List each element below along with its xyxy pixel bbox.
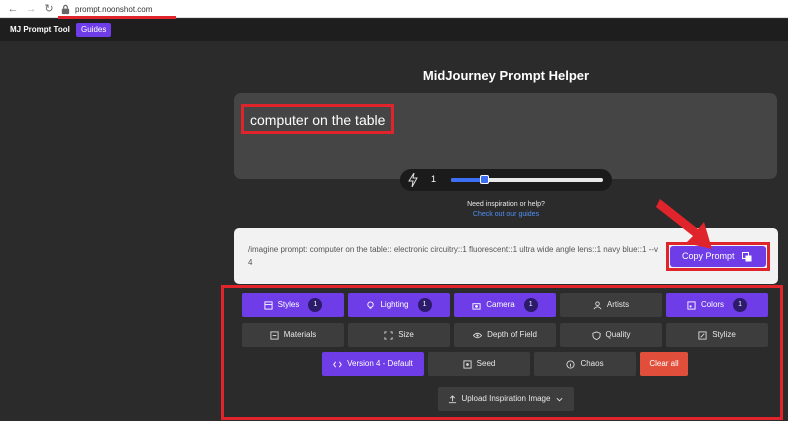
upload-icon	[448, 394, 456, 403]
slider-thumb[interactable]	[480, 175, 489, 184]
camera-icon	[472, 302, 481, 310]
app-brand[interactable]: MJ Prompt Tool	[10, 25, 70, 34]
url-text: prompt.noonshot.com	[75, 4, 153, 14]
guides-button[interactable]: Guides	[76, 23, 112, 37]
shield-icon	[591, 330, 601, 340]
person-icon	[593, 300, 602, 309]
seed-button[interactable]: Seed	[428, 352, 530, 376]
reload-icon[interactable]: ↻	[42, 2, 56, 16]
seed-icon	[463, 359, 472, 369]
slider-value: 1	[431, 174, 437, 184]
lock-icon	[61, 4, 70, 14]
styles-button[interactable]: Styles 1	[242, 293, 344, 317]
arrow-annotation	[656, 199, 712, 249]
depth-of-field-button[interactable]: Depth of Field	[454, 323, 556, 347]
page-title: MidJourney Prompt Helper	[422, 68, 590, 83]
lighting-count-badge: 1	[417, 298, 432, 312]
styles-icon	[264, 300, 273, 310]
chevron-down-icon	[556, 397, 563, 401]
browser-toolbar: ← → ↻ prompt.noonshot.com	[0, 0, 788, 19]
size-button[interactable]: Size	[348, 323, 450, 347]
stylize-button[interactable]: Stylize	[666, 323, 768, 347]
version-button[interactable]: Version 4 - Default	[322, 352, 424, 376]
materials-button[interactable]: Materials	[242, 323, 344, 347]
forward-icon[interactable]: →	[24, 2, 38, 16]
brush-icon	[698, 330, 707, 340]
upload-inspiration-button[interactable]: Upload Inspiration Image	[438, 387, 574, 411]
clear-all-button[interactable]: Clear all	[640, 352, 688, 376]
eye-icon	[473, 332, 483, 338]
colors-button[interactable]: Colors 1	[666, 293, 768, 317]
chaos-button[interactable]: Chaos	[534, 352, 636, 376]
code-icon	[333, 361, 342, 367]
camera-count-badge: 1	[523, 298, 538, 312]
bulb-icon	[367, 300, 375, 309]
camera-button[interactable]: Camera 1	[454, 293, 556, 317]
styles-count-badge: 1	[308, 298, 323, 312]
resize-icon	[384, 330, 393, 340]
lighting-button[interactable]: Lighting 1	[348, 293, 450, 317]
colors-count-badge: 1	[733, 298, 748, 312]
prompt-output: /imagine prompt: computer on the table::…	[248, 245, 658, 267]
back-icon[interactable]: ←	[6, 2, 20, 16]
lightning-icon	[408, 172, 418, 188]
materials-icon	[270, 330, 279, 340]
quality-button[interactable]: Quality	[560, 323, 662, 347]
app-header: MJ Prompt Tool Guides	[0, 19, 788, 41]
prompt-highlight-annotation	[241, 104, 394, 134]
palette-icon	[687, 300, 696, 310]
info-icon	[566, 359, 575, 369]
address-bar[interactable]: prompt.noonshot.com	[60, 1, 152, 17]
artists-button[interactable]: Artists	[560, 293, 662, 317]
